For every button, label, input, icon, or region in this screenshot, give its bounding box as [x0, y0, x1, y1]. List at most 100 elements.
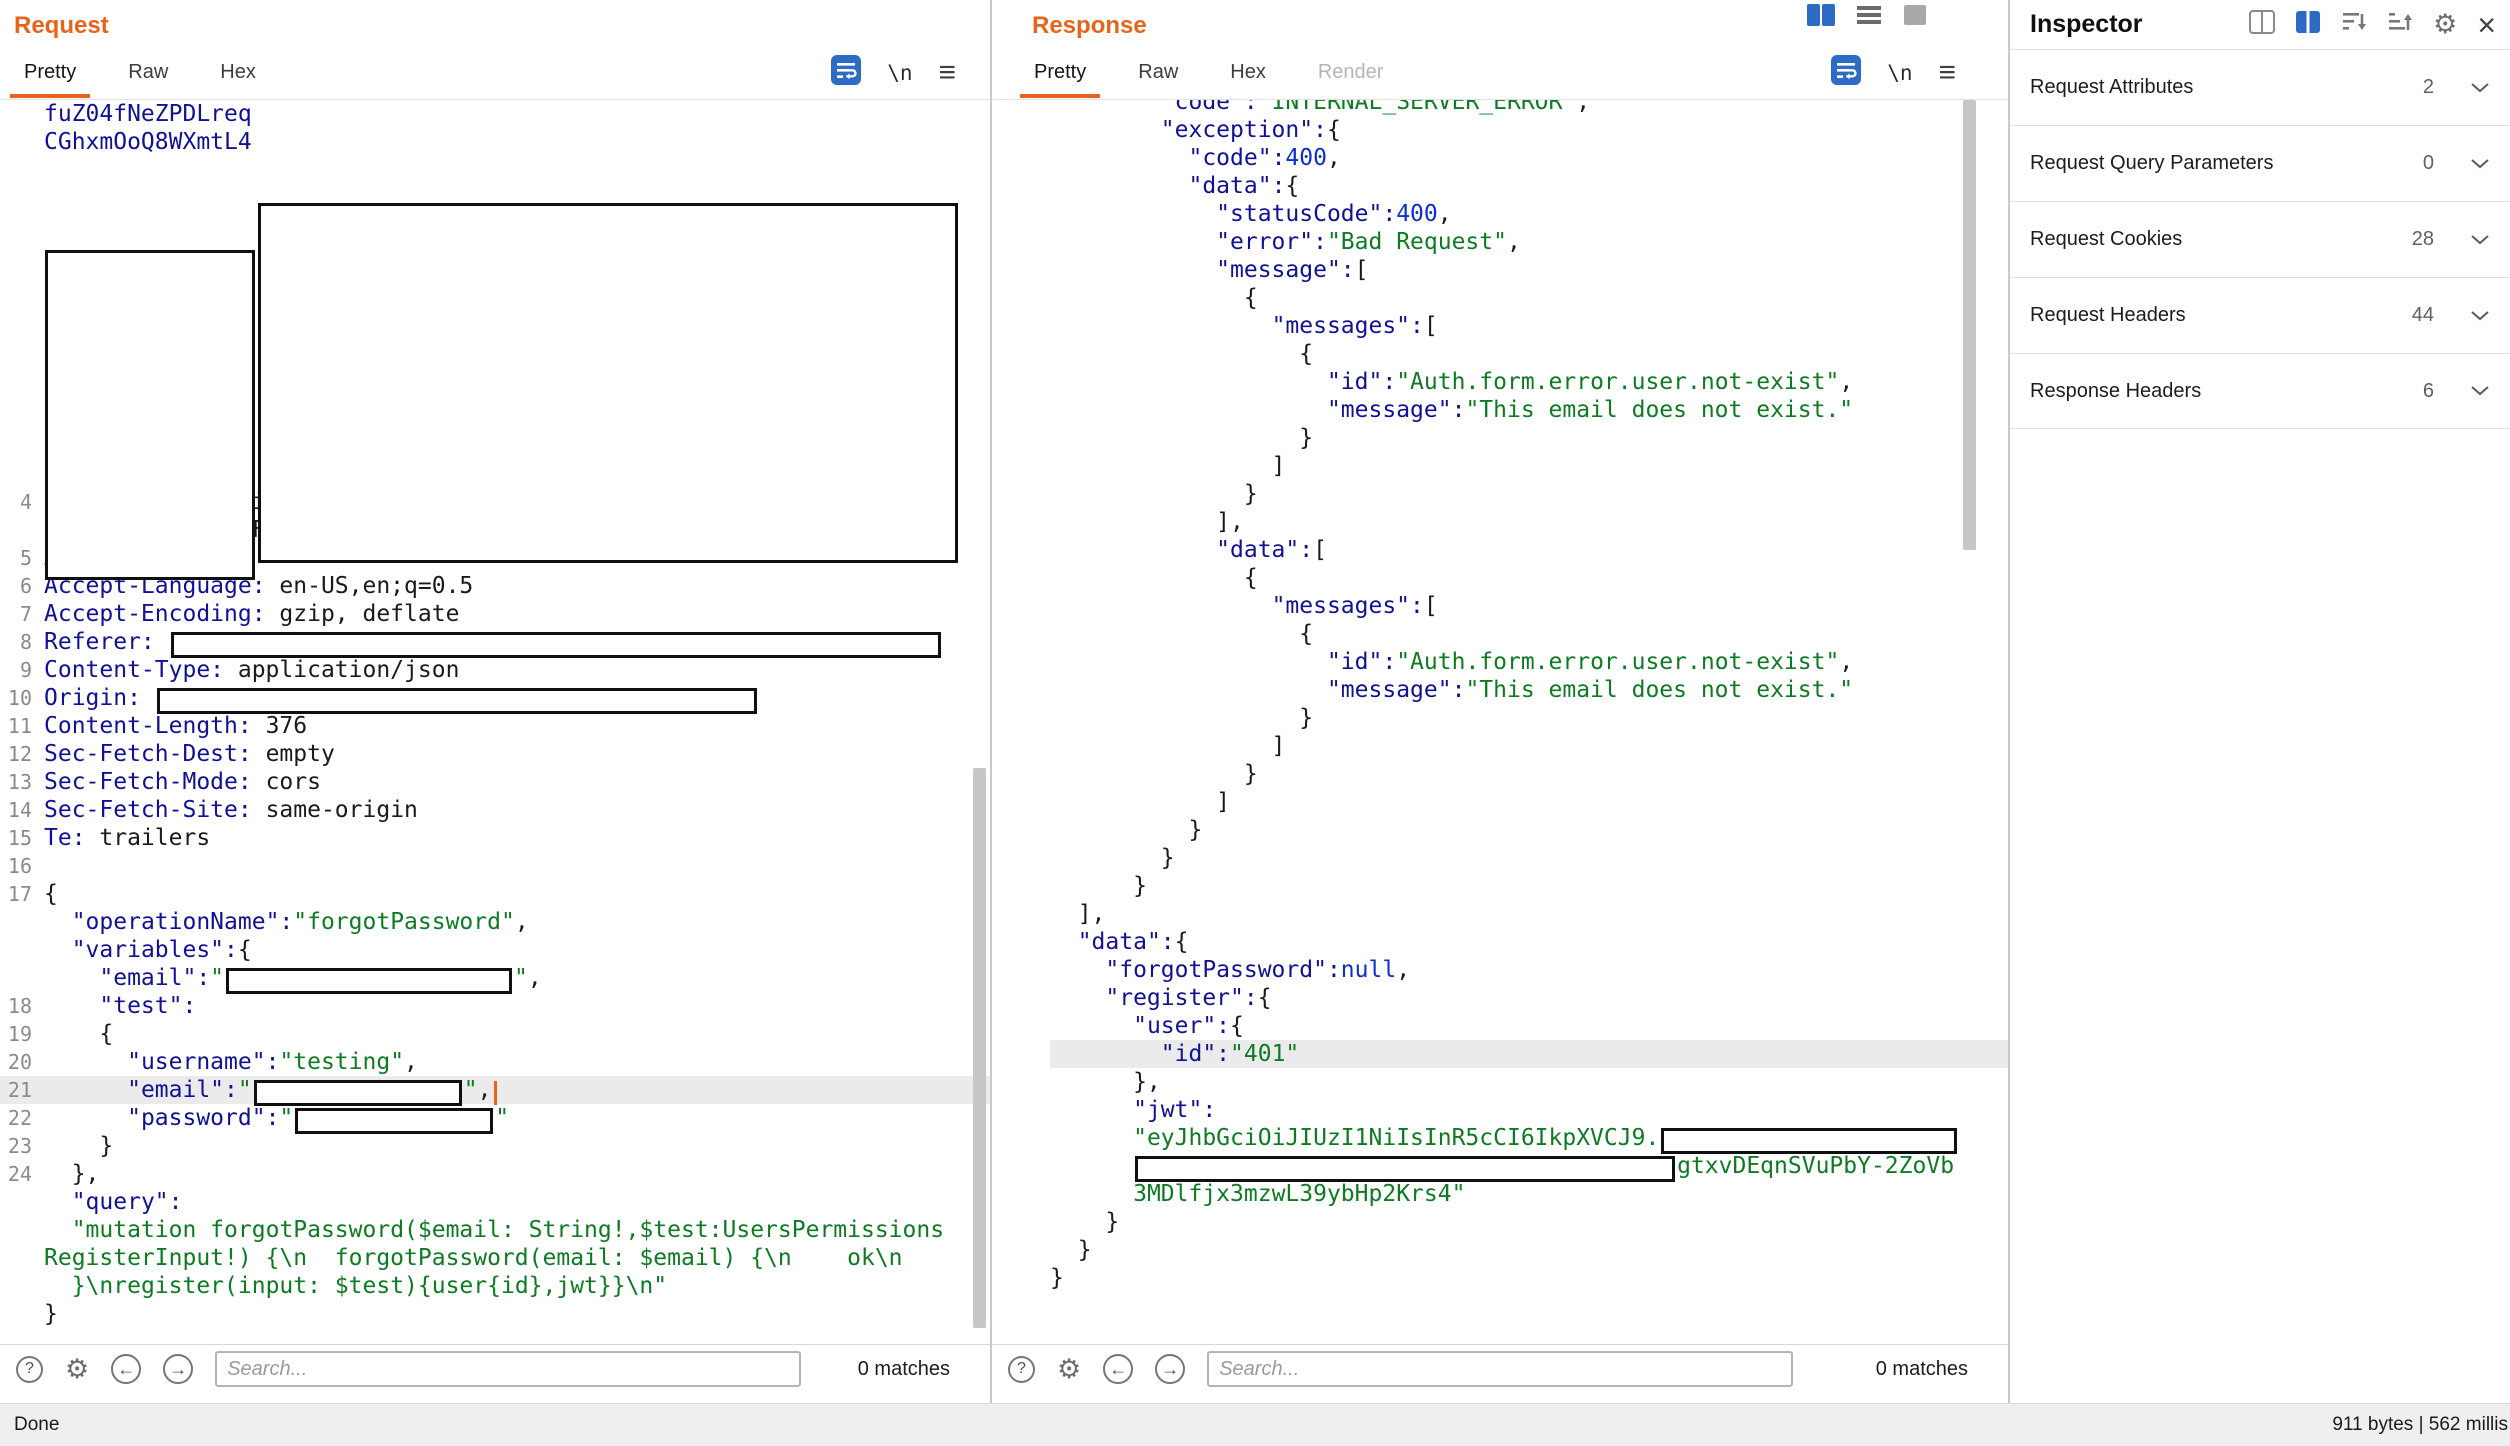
code-token: [: [1424, 313, 1438, 339]
tab-request-pretty[interactable]: Pretty: [10, 47, 90, 98]
code-line: {: [1050, 284, 2008, 312]
inspector-section-request-cookies[interactable]: Request Cookies28: [2010, 201, 2510, 277]
code-line: 7Accept-Encoding: gzip, deflate: [0, 600, 990, 628]
code-token: [1050, 537, 1216, 563]
line-number: [0, 100, 44, 128]
code-line: 15Te: trailers: [0, 824, 990, 852]
line-number: 21: [0, 1076, 44, 1104]
code-token: "testing": [279, 1049, 404, 1075]
code-token: },: [1050, 1069, 1161, 1095]
code-token: 3MDlfjx3mzwL39ybHp2Krs4": [1133, 1181, 1465, 1207]
line-number: [0, 1188, 44, 1216]
code-line: "variables":{: [0, 936, 990, 964]
tab-response-pretty[interactable]: Pretty: [1020, 47, 1100, 98]
tab-response-raw[interactable]: Raw: [1124, 47, 1192, 98]
code-token: "Bad Request": [1327, 229, 1507, 255]
code-token: "messages":: [1272, 313, 1424, 339]
code-token: CGhxmOoQ8WXmtL4: [44, 129, 252, 155]
code-token: Sec-Fetch-Site:: [44, 797, 252, 823]
expand-all-icon[interactable]: [2387, 10, 2413, 39]
next-match-button[interactable]: →: [163, 1354, 193, 1384]
next-match-button[interactable]: →: [1155, 1354, 1185, 1384]
code-token: [1050, 145, 1188, 171]
layout-tabs-button[interactable]: [1902, 2, 1928, 28]
code-token: {: [1050, 285, 1258, 311]
request-scrollbar-thumb[interactable]: [973, 768, 986, 1328]
inspector-settings-gear-icon[interactable]: ⚙: [2433, 11, 2457, 38]
code-line: "forgotPassword":null,: [1050, 956, 2008, 984]
code-token: [1050, 229, 1216, 255]
code-token: "id":: [1327, 369, 1396, 395]
code-line: }\nregister(input: $test){user{id},jwt}}…: [0, 1272, 990, 1300]
request-match-count: 0 matches: [858, 1358, 974, 1381]
inspector-section-request-attributes[interactable]: Request Attributes2: [2010, 49, 2510, 125]
response-search-bar: ? ⚙ ← → 0 matches: [992, 1344, 2008, 1393]
code-token: "eyJhbGciOiJIUzI1NiIsInR5cCI6IkpXVCJ9.: [1133, 1125, 1659, 1151]
request-search-input[interactable]: [215, 1351, 801, 1387]
layout-columns-button[interactable]: [1806, 2, 1836, 28]
help-icon[interactable]: ?: [1008, 1356, 1035, 1383]
section-label: Request Query Parameters: [2030, 152, 2273, 175]
section-label: Request Attributes: [2030, 76, 2193, 99]
code-token: application/json: [224, 657, 459, 683]
request-editor[interactable]: fuZ04fNeZPDLreqCGhxmOoQ8WXmtL44User-Agen…: [0, 100, 990, 1344]
section-count-badge: 0: [2380, 152, 2434, 175]
code-line: "data":{: [1050, 172, 2008, 200]
help-icon[interactable]: ?: [16, 1356, 43, 1383]
code-line: "data":[: [1050, 536, 2008, 564]
tab-request-raw[interactable]: Raw: [114, 47, 182, 98]
code-token: "This email does not exist.": [1465, 677, 1853, 703]
inspector-section-response-headers[interactable]: Response Headers6: [2010, 353, 2510, 429]
code-token: RegisterInput!) {\n forgotPassword(email…: [44, 1245, 903, 1271]
section-label: Request Headers: [2030, 304, 2186, 327]
tab-response-hex[interactable]: Hex: [1216, 47, 1280, 98]
redaction-box: [226, 968, 512, 994]
previous-match-button[interactable]: ←: [111, 1354, 141, 1384]
code-token: }: [1050, 705, 1313, 731]
tab-response-render: Render: [1304, 47, 1398, 98]
code-token: ],: [1050, 901, 1105, 927]
inspector-section-request-query-parameters[interactable]: Request Query Parameters 0: [2010, 125, 2510, 201]
show-newlines-icon[interactable]: \n: [1887, 61, 1912, 85]
collapse-all-icon[interactable]: [2341, 10, 2367, 39]
line-number: [0, 936, 44, 964]
search-settings-gear-icon[interactable]: ⚙: [1057, 1356, 1081, 1383]
code-token: "test":: [99, 993, 196, 1019]
request-search-bar: ? ⚙ ← → 0 matches: [0, 1344, 990, 1393]
code-line: "register":{: [1050, 984, 2008, 1012]
request-panel: Request Pretty Raw Hex \n ≡ fuZ04fNeZPDL…: [0, 0, 992, 1403]
code-line: }: [1050, 760, 2008, 788]
response-scrollbar-thumb[interactable]: [1963, 100, 1976, 550]
code-token: }: [1050, 1265, 1064, 1291]
request-editor-options: \n ≡: [831, 55, 990, 90]
inspector-split-view-icon[interactable]: [2295, 10, 2321, 39]
search-settings-gear-icon[interactable]: ⚙: [65, 1356, 89, 1383]
word-wrap-icon[interactable]: [831, 55, 861, 90]
inspector-section-request-headers[interactable]: Request Headers 44: [2010, 277, 2510, 353]
editor-menu-icon[interactable]: ≡: [938, 58, 956, 88]
code-token: "password":: [127, 1105, 279, 1131]
code-token: "query":: [72, 1189, 183, 1215]
code-token: [1050, 985, 1105, 1011]
editor-menu-icon[interactable]: ≡: [1938, 58, 1956, 88]
code-line: 24 },: [0, 1160, 990, 1188]
code-token: }: [1050, 761, 1258, 787]
response-search-input[interactable]: [1207, 1351, 1793, 1387]
code-token: [1050, 117, 1161, 143]
show-newlines-icon[interactable]: \n: [887, 61, 912, 85]
code-token: "username":: [127, 1049, 279, 1075]
inspector-dock-icon[interactable]: [2249, 10, 2275, 39]
previous-match-button[interactable]: ←: [1103, 1354, 1133, 1384]
layout-rows-button[interactable]: [1855, 2, 1883, 28]
code-line: "email":"",: [0, 964, 990, 992]
code-token: ": [210, 965, 224, 991]
code-token: }\nregister(input: $test){user{id},jwt}}…: [72, 1273, 667, 1299]
inspector-close-icon[interactable]: ×: [2477, 9, 2496, 41]
tab-request-hex[interactable]: Hex: [206, 47, 270, 98]
redaction-box: [254, 1080, 462, 1106]
response-editor[interactable]: "code":"INTERNAL_SERVER_ERROR", "excepti…: [992, 100, 2008, 1344]
section-count-badge: 44: [2380, 304, 2434, 327]
code-line: fuZ04fNeZPDLreq: [0, 100, 990, 128]
word-wrap-icon[interactable]: [1831, 55, 1861, 90]
code-line: "messages":[: [1050, 312, 2008, 340]
